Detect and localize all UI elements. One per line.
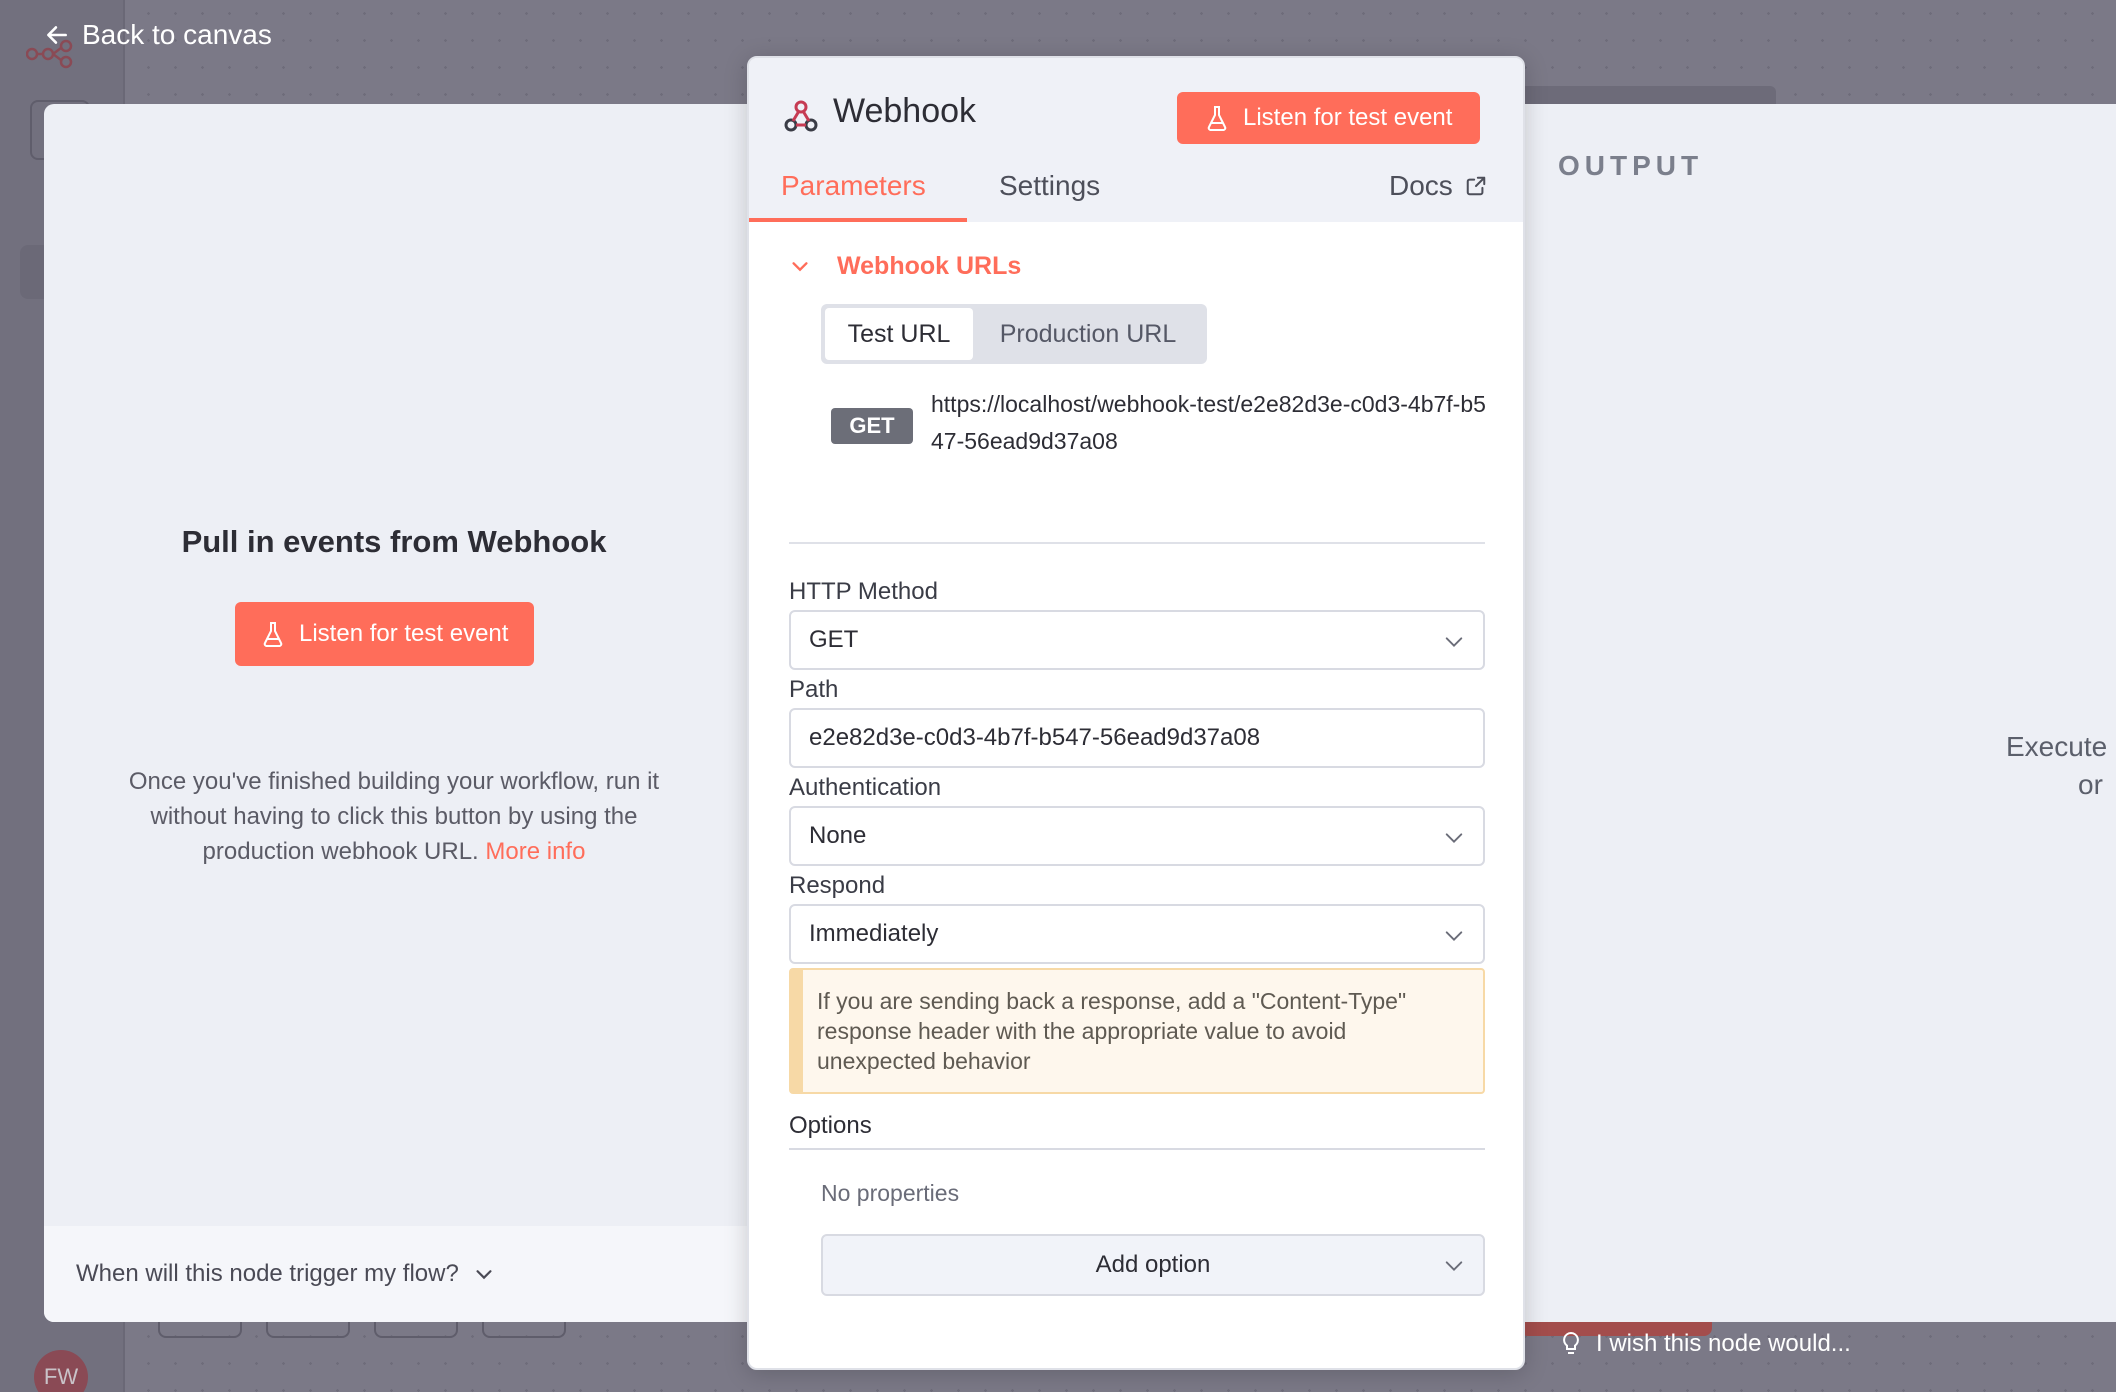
input-panel-description: Once you've finished building your workf…: [104, 764, 684, 869]
external-link-icon: [1466, 176, 1486, 196]
content-type-notice: If you are sending back a response, add …: [789, 968, 1485, 1094]
http-method-badge: GET: [831, 408, 913, 444]
webhook-urls-label: Webhook URLs: [837, 252, 1022, 280]
respond-select[interactable]: Immediately: [789, 904, 1485, 964]
listen-for-test-event-button[interactable]: Listen for test event: [235, 602, 535, 666]
node-title[interactable]: Webhook: [833, 92, 976, 131]
input-panel-title: Pull in events from Webhook: [181, 524, 607, 559]
webhook-url-text[interactable]: https://localhost/webhook-test/e2e82d3e-…: [931, 386, 1491, 460]
node-panel-header: Webhook Listen for test event Parameters…: [749, 58, 1523, 222]
header-listen-for-test-event-button[interactable]: Listen for test event: [1177, 92, 1481, 144]
path-label: Path: [789, 676, 839, 703]
http-method-value: GET: [809, 626, 859, 653]
back-to-canvas-link[interactable]: Back to canvas: [44, 14, 272, 56]
chevron-down-icon: [1445, 1261, 1463, 1271]
options-divider: [789, 1148, 1485, 1150]
tab-settings[interactable]: Settings: [999, 170, 1100, 202]
tab-parameters[interactable]: Parameters: [781, 170, 926, 202]
trigger-help-label: When will this node trigger my flow?: [76, 1260, 459, 1287]
canvas-top-element: [1520, 86, 1776, 106]
add-option-label: Add option: [1095, 1251, 1211, 1278]
arrow-left-icon: [47, 26, 67, 44]
feedback-label: I wish this node would...: [1596, 1330, 1851, 1357]
input-panel: Pull in events from Webhook Listen for t…: [44, 104, 764, 1322]
chevron-down-icon: [476, 1270, 492, 1280]
execute-hint-line2: or: [2078, 769, 2103, 800]
flask-icon: [1207, 106, 1227, 131]
back-to-canvas-label: Back to canvas: [82, 19, 272, 50]
chevron-down-icon: [792, 261, 808, 271]
path-value: e2e82d3e-c0d3-4b7f-b547-56ead9d37a08: [809, 724, 1261, 751]
chevron-down-icon: [1445, 931, 1463, 941]
respond-label: Respond: [789, 872, 886, 899]
authentication-select[interactable]: None: [789, 806, 1485, 866]
url-type-switch: Test URL Production URL: [821, 304, 1207, 364]
path-input[interactable]: e2e82d3e-c0d3-4b7f-b547-56ead9d37a08: [789, 708, 1485, 768]
more-info-link[interactable]: More info: [485, 838, 585, 865]
listen-button-label: Listen for test event: [299, 620, 509, 647]
options-label: Options: [789, 1112, 872, 1139]
no-properties-text: No properties: [821, 1180, 960, 1206]
respond-value: Immediately: [809, 920, 939, 947]
parameters-body: Webhook URLs Test URL Production URL GET…: [749, 222, 1523, 1368]
trigger-help-toggle[interactable]: When will this node trigger my flow?: [44, 1226, 764, 1322]
tab-docs-label: Docs: [1389, 170, 1453, 201]
chevron-down-icon: [1445, 637, 1463, 647]
http-method-label: HTTP Method: [789, 578, 938, 605]
section-divider: [789, 542, 1485, 544]
test-url-tab[interactable]: Test URL: [825, 308, 973, 360]
webhook-icon: [784, 100, 818, 132]
output-empty-hint: Execute or: [2006, 728, 2116, 804]
lightbulb-icon: [1563, 1331, 1579, 1354]
output-panel-title: OUTPUT: [1558, 150, 1704, 181]
webhook-urls-toggle[interactable]: Webhook URLs: [789, 252, 1021, 281]
execute-hint-line1: Execute: [2006, 731, 2108, 762]
http-method-select[interactable]: GET: [789, 610, 1485, 670]
authentication-label: Authentication: [789, 774, 942, 801]
flask-icon: [263, 622, 283, 647]
production-url-tab[interactable]: Production URL: [973, 308, 1203, 360]
node-parameters-panel: Webhook Listen for test event Parameters…: [747, 56, 1525, 1370]
node-feedback-link[interactable]: I wish this node would...: [1560, 1330, 1851, 1358]
header-listen-button-label: Listen for test event: [1243, 104, 1453, 131]
authentication-value: None: [809, 822, 867, 849]
tab-docs[interactable]: Docs: [1389, 170, 1487, 202]
chevron-down-icon: [1445, 833, 1463, 843]
add-option-button[interactable]: Add option: [821, 1234, 1485, 1296]
